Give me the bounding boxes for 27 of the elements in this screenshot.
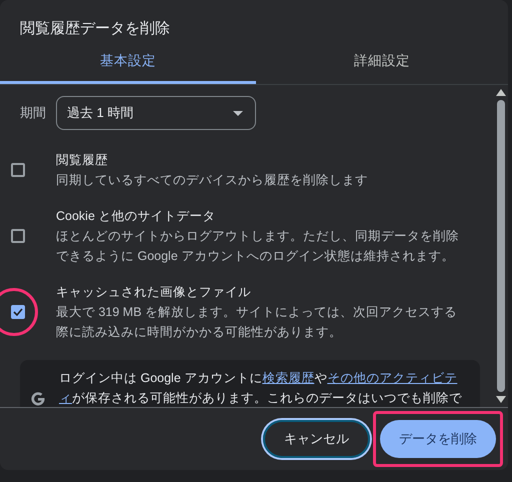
option-title: キャッシュされた画像とファイル bbox=[56, 284, 252, 301]
option-title: Cookie と他のサイトデータ bbox=[56, 208, 216, 225]
note-text: が保存される可能性があります。これらのデータはいつでも削除で bbox=[72, 391, 462, 405]
caret-icon bbox=[233, 110, 243, 116]
option-description: 最大で 319 MB を解放します。サイトによっては、次回アクセスする際に読み込みに時間がかかる可能性があります。 bbox=[56, 304, 458, 341]
tab[interactable]: 基本設定 bbox=[0, 40, 256, 84]
cancel-button[interactable]: キャンセル bbox=[263, 420, 370, 458]
note-text: ログイン中は Google アカウントに bbox=[59, 371, 262, 385]
link[interactable]: 検索履歴 bbox=[262, 371, 314, 385]
scroll-down-icon[interactable] bbox=[496, 396, 506, 403]
option-description: 同期しているすべてのデバイスから履歴を削除します bbox=[56, 172, 369, 189]
checkbox[interactable] bbox=[11, 229, 25, 243]
period-label: 期間 bbox=[20, 104, 46, 122]
option-description: ほとんどのサイトからログアウトします。ただし、同期データを削除できるように Google アカウントへのログイン状態は維持されます。 bbox=[56, 228, 460, 265]
tab[interactable]: 詳細設定 bbox=[256, 40, 508, 84]
period-dropdown[interactable]: 過去 1 時間 bbox=[56, 96, 256, 130]
scroll-up-icon[interactable] bbox=[496, 89, 506, 96]
note-text: や bbox=[314, 371, 328, 385]
check-icon bbox=[13, 308, 23, 316]
dialog-title: 閲覧履歴データを削除 bbox=[20, 19, 170, 39]
link[interactable]: ィ bbox=[59, 391, 72, 405]
link[interactable]: その他のアクティビテ bbox=[327, 371, 458, 385]
delete-button[interactable]: データを削除 bbox=[380, 420, 496, 458]
checkbox[interactable] bbox=[11, 305, 25, 319]
option-title: 閲覧履歴 bbox=[56, 152, 109, 169]
google-g-icon bbox=[30, 391, 46, 407]
checkbox[interactable] bbox=[11, 163, 25, 177]
